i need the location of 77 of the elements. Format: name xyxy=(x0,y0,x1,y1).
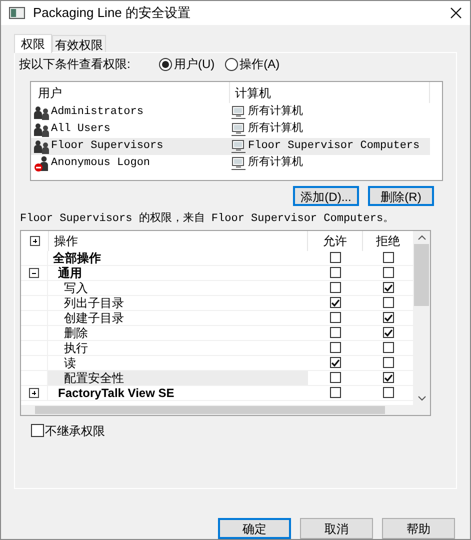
horizontal-scrollbar[interactable] xyxy=(21,404,430,414)
close-icon[interactable] xyxy=(450,7,462,19)
checkbox[interactable] xyxy=(382,312,394,323)
checkbox[interactable] xyxy=(330,252,341,263)
checkbox[interactable] xyxy=(382,327,394,338)
permission-row-label[interactable]: FactoryTalk View SE xyxy=(48,386,308,400)
checkbox[interactable] xyxy=(382,297,394,308)
user-group-icon xyxy=(34,122,50,136)
permission-row-label[interactable]: 全部操作 xyxy=(48,250,308,264)
expand-toggle[interactable] xyxy=(29,388,39,398)
radio-button[interactable] xyxy=(224,58,238,70)
checkbox[interactable] xyxy=(31,424,44,437)
vertical-scrollbar[interactable] xyxy=(413,230,430,404)
column-header[interactable]: 拒绝 xyxy=(363,230,413,250)
permission-row-label[interactable]: 写入 xyxy=(48,280,308,294)
checkbox[interactable] xyxy=(382,252,394,263)
checkbox[interactable] xyxy=(382,357,394,368)
tab[interactable]: 有效权限 xyxy=(52,35,106,52)
user-name: Floor Supervisors xyxy=(51,139,164,154)
app-icon xyxy=(9,7,25,19)
button[interactable]: 帮助 xyxy=(382,518,455,539)
checkbox[interactable] xyxy=(330,342,341,353)
button[interactable]: 删除(R) xyxy=(368,186,434,206)
radio-label[interactable]: 操作(A) xyxy=(240,55,280,73)
computer-name: Floor Supervisor Computers xyxy=(248,139,420,154)
computer-icon xyxy=(231,122,246,136)
computer-icon xyxy=(231,106,246,120)
permission-row-label[interactable]: 执行 xyxy=(48,340,308,354)
checkbox[interactable] xyxy=(330,372,341,383)
computer-icon xyxy=(231,156,246,170)
button[interactable]: 取消 xyxy=(300,518,373,539)
window-title: Packaging Line 的安全设置 xyxy=(33,4,192,22)
blocked-user-icon xyxy=(34,156,50,172)
permission-row-label[interactable]: 创建子目录 xyxy=(48,310,308,324)
button[interactable]: 确定 xyxy=(218,518,291,539)
permission-row-label[interactable]: 通用 xyxy=(48,266,308,280)
checkbox[interactable] xyxy=(330,312,341,323)
computer-name: 所有计算机 xyxy=(248,104,303,120)
checkbox[interactable] xyxy=(330,267,341,278)
user-name: Administrators xyxy=(51,105,144,120)
computer-name: 所有计算机 xyxy=(248,121,303,138)
view-by-label: 按以下条件查看权限: xyxy=(18,56,132,73)
checkbox[interactable] xyxy=(330,282,341,293)
checkbox[interactable] xyxy=(382,282,394,293)
computer-name: 所有计算机 xyxy=(248,155,303,172)
tab[interactable]: 权限 xyxy=(14,34,52,53)
checkbox-label[interactable]: 不继承权限 xyxy=(45,422,105,440)
user-name: Anonymous Logon xyxy=(51,156,150,172)
checkbox[interactable] xyxy=(382,342,394,353)
user-group-icon xyxy=(34,140,50,154)
checkbox[interactable] xyxy=(382,372,394,383)
scroll-up-icon[interactable] xyxy=(418,234,426,240)
radio-label[interactable]: 用户(U) xyxy=(174,55,215,73)
checkbox[interactable] xyxy=(330,357,341,368)
radio-button[interactable] xyxy=(159,58,172,70)
collapse-toggle[interactable] xyxy=(29,268,39,278)
scroll-down-icon[interactable] xyxy=(418,396,426,400)
permission-row-label[interactable]: 读 xyxy=(48,356,308,370)
permission-row-label[interactable]: 列出子目录 xyxy=(48,296,308,310)
checkbox[interactable] xyxy=(330,327,341,338)
user-group-icon xyxy=(34,106,50,120)
column-header[interactable]: 用户 xyxy=(31,82,230,103)
column-header[interactable]: 计算机 xyxy=(230,82,430,103)
checkbox[interactable] xyxy=(382,267,394,278)
permissions-caption: Floor Supervisors 的权限，来自 Floor Supervisor Computers。 xyxy=(20,211,396,227)
expand-all-button[interactable] xyxy=(30,236,40,246)
permission-row-label[interactable]: 删除 xyxy=(48,326,308,340)
checkbox[interactable] xyxy=(330,297,341,308)
button[interactable]: 添加(D)... xyxy=(293,186,359,206)
column-header[interactable]: 操作 xyxy=(48,230,308,250)
column-header[interactable]: 允许 xyxy=(308,230,363,250)
checkbox[interactable] xyxy=(382,387,394,398)
checkbox[interactable] xyxy=(330,387,341,398)
computer-icon xyxy=(231,140,246,154)
permission-row-label[interactable]: 配置安全性 xyxy=(48,370,308,384)
table-row[interactable]: Floor Supervisors Floor Supervisor Computers xyxy=(31,138,430,155)
user-name: All Users xyxy=(51,122,110,138)
